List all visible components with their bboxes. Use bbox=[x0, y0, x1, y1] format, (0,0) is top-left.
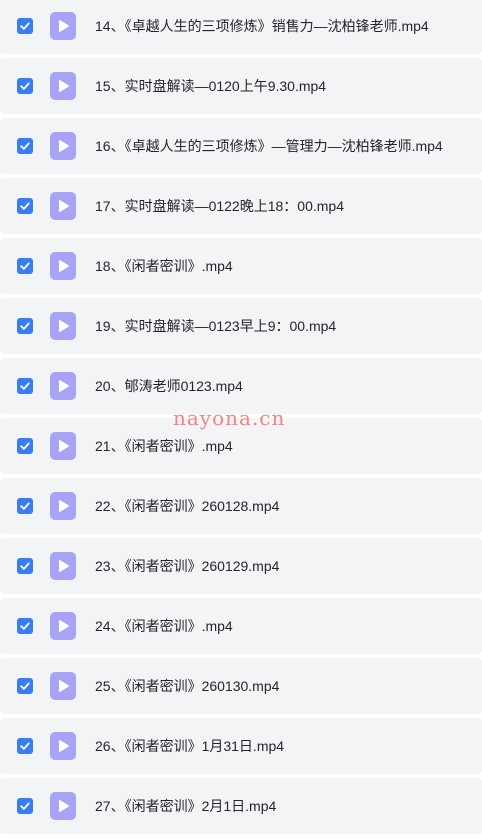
file-row[interactable]: 16、《卓越人生的三项修炼》—管理力—沈柏锋老师.mp4 bbox=[0, 118, 482, 174]
file-checkbox[interactable] bbox=[17, 318, 33, 334]
file-checkbox[interactable] bbox=[17, 378, 33, 394]
play-icon bbox=[58, 799, 70, 813]
video-file-icon bbox=[50, 732, 76, 760]
file-checkbox[interactable] bbox=[17, 738, 33, 754]
checkmark-icon bbox=[20, 382, 30, 390]
file-checkbox[interactable] bbox=[17, 678, 33, 694]
checkmark-icon bbox=[20, 682, 30, 690]
file-name[interactable]: 16、《卓越人生的三项修炼》—管理力—沈柏锋老师.mp4 bbox=[95, 136, 474, 156]
checkmark-icon bbox=[20, 22, 30, 30]
play-icon bbox=[58, 739, 70, 753]
play-icon bbox=[58, 439, 70, 453]
play-icon bbox=[58, 559, 70, 573]
video-file-icon bbox=[50, 432, 76, 460]
file-name[interactable]: 20、郇涛老师0123.mp4 bbox=[95, 376, 474, 396]
file-checkbox[interactable] bbox=[17, 438, 33, 454]
play-icon bbox=[58, 379, 70, 393]
play-icon bbox=[58, 19, 70, 33]
file-row[interactable]: 27、《闲者密训》2月1日.mp4 bbox=[0, 778, 482, 834]
file-name[interactable]: 18、《闲者密训》.mp4 bbox=[95, 256, 474, 276]
file-name[interactable]: 14、《卓越人生的三项修炼》销售力—沈柏锋老师.mp4 bbox=[95, 16, 474, 36]
file-row[interactable]: 25、《闲者密训》260130.mp4 bbox=[0, 658, 482, 714]
file-name[interactable]: 23、《闲者密训》260129.mp4 bbox=[95, 556, 474, 576]
play-icon bbox=[58, 259, 70, 273]
file-checkbox[interactable] bbox=[17, 18, 33, 34]
file-name[interactable]: 15、实时盘解读—0120上午9.30.mp4 bbox=[95, 76, 474, 96]
file-row[interactable]: 22、《闲者密训》260128.mp4 bbox=[0, 478, 482, 534]
file-checkbox[interactable] bbox=[17, 618, 33, 634]
file-name[interactable]: 25、《闲者密训》260130.mp4 bbox=[95, 676, 474, 696]
video-file-icon bbox=[50, 252, 76, 280]
play-icon bbox=[58, 139, 70, 153]
file-row[interactable]: 18、《闲者密训》.mp4 bbox=[0, 238, 482, 294]
file-checkbox[interactable] bbox=[17, 78, 33, 94]
checkmark-icon bbox=[20, 202, 30, 210]
file-checkbox[interactable] bbox=[17, 798, 33, 814]
file-name[interactable]: 27、《闲者密训》2月1日.mp4 bbox=[95, 796, 474, 816]
video-file-icon bbox=[50, 72, 76, 100]
file-name[interactable]: 22、《闲者密训》260128.mp4 bbox=[95, 496, 474, 516]
file-row[interactable]: 24、《闲者密训》.mp4 bbox=[0, 598, 482, 654]
video-file-icon bbox=[50, 672, 76, 700]
video-file-icon bbox=[50, 132, 76, 160]
file-row[interactable]: 23、《闲者密训》260129.mp4 bbox=[0, 538, 482, 594]
file-checkbox[interactable] bbox=[17, 258, 33, 274]
video-file-icon bbox=[50, 552, 76, 580]
checkmark-icon bbox=[20, 322, 30, 330]
file-row[interactable]: 26、《闲者密训》1月31日.mp4 bbox=[0, 718, 482, 774]
video-file-icon bbox=[50, 312, 76, 340]
checkmark-icon bbox=[20, 442, 30, 450]
file-checkbox[interactable] bbox=[17, 138, 33, 154]
file-row[interactable]: 15、实时盘解读—0120上午9.30.mp4 bbox=[0, 58, 482, 114]
file-checkbox[interactable] bbox=[17, 558, 33, 574]
file-name[interactable]: 19、实时盘解读—0123早上9：00.mp4 bbox=[95, 316, 474, 336]
play-icon bbox=[58, 199, 70, 213]
file-row[interactable]: 19、实时盘解读—0123早上9：00.mp4 bbox=[0, 298, 482, 354]
checkmark-icon bbox=[20, 502, 30, 510]
video-file-icon bbox=[50, 192, 76, 220]
checkmark-icon bbox=[20, 262, 30, 270]
video-file-icon bbox=[50, 492, 76, 520]
video-file-icon bbox=[50, 792, 76, 820]
play-icon bbox=[58, 679, 70, 693]
file-checkbox[interactable] bbox=[17, 498, 33, 514]
checkmark-icon bbox=[20, 742, 30, 750]
video-file-icon bbox=[50, 12, 76, 40]
play-icon bbox=[58, 619, 70, 633]
video-file-icon bbox=[50, 372, 76, 400]
file-row[interactable]: 14、《卓越人生的三项修炼》销售力—沈柏锋老师.mp4 bbox=[0, 0, 482, 54]
play-icon bbox=[58, 499, 70, 513]
checkmark-icon bbox=[20, 142, 30, 150]
file-row[interactable]: 17、实时盘解读—0122晚上18：00.mp4 bbox=[0, 178, 482, 234]
checkmark-icon bbox=[20, 622, 30, 630]
play-icon bbox=[58, 319, 70, 333]
checkmark-icon bbox=[20, 802, 30, 810]
file-name[interactable]: 26、《闲者密训》1月31日.mp4 bbox=[95, 736, 474, 756]
checkmark-icon bbox=[20, 562, 30, 570]
file-name[interactable]: 17、实时盘解读—0122晚上18：00.mp4 bbox=[95, 196, 474, 216]
file-checkbox[interactable] bbox=[17, 198, 33, 214]
video-file-icon bbox=[50, 612, 76, 640]
play-icon bbox=[58, 79, 70, 93]
checkmark-icon bbox=[20, 82, 30, 90]
watermark-text: nayona.cn bbox=[173, 406, 286, 430]
file-name[interactable]: 24、《闲者密训》.mp4 bbox=[95, 616, 474, 636]
file-name[interactable]: 21、《闲者密训》.mp4 bbox=[95, 436, 474, 456]
